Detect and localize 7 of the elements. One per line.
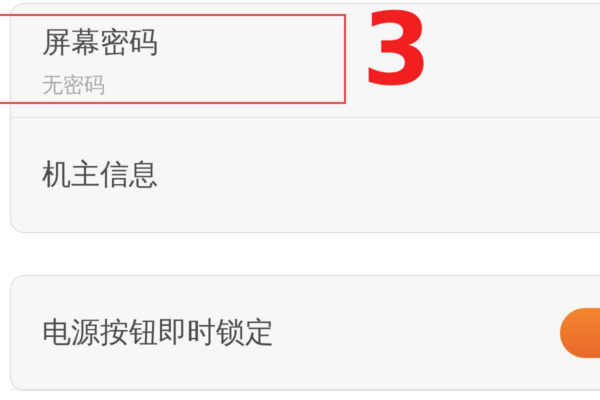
toggle-switch[interactable] bbox=[560, 308, 600, 358]
setting-title: 电源按钮即时锁定 bbox=[42, 314, 274, 350]
setting-title: 屏幕密码 bbox=[42, 24, 158, 60]
setting-title: 机主信息 bbox=[42, 156, 158, 193]
settings-row[interactable]: 机主信息 bbox=[11, 118, 600, 232]
setting-value: 无密码 bbox=[42, 72, 105, 98]
settings-row[interactable]: 电源按钮即时锁定 bbox=[11, 276, 600, 390]
